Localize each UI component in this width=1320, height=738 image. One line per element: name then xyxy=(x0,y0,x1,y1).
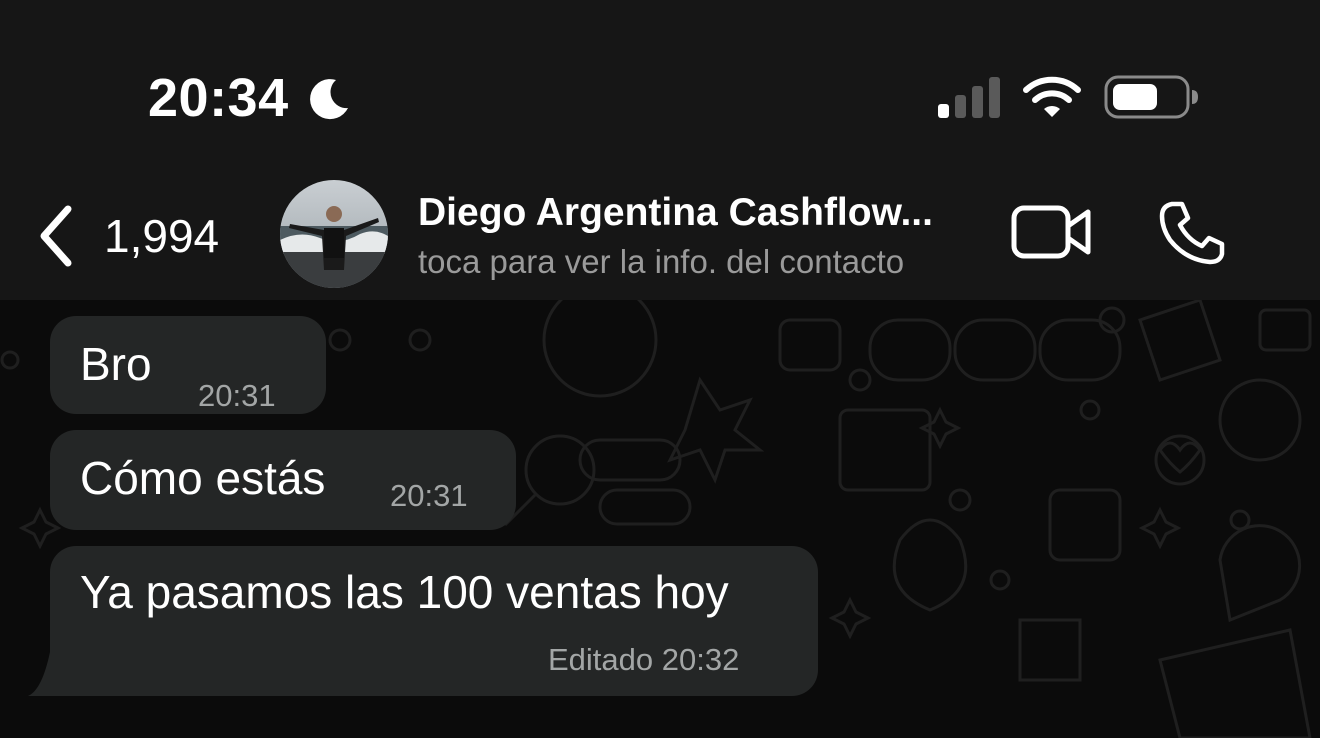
back-chevron-icon xyxy=(40,205,72,267)
chat-area[interactable]: Bro 20:31 Cómo estás 20:31 Ya pasamos la… xyxy=(0,300,1320,738)
video-call-button[interactable] xyxy=(1010,202,1094,262)
message-bubble[interactable]: Bro 20:31 xyxy=(50,316,326,414)
message-time: 20:31 xyxy=(198,378,276,413)
contact-name: Diego Argentina Cashflow... xyxy=(418,191,933,234)
battery-icon xyxy=(1104,75,1198,119)
message-time: 20:31 xyxy=(390,478,468,513)
video-call-icon xyxy=(1011,205,1091,259)
top-bar: 20:34 1,994 Diego Argentina Cashflow... … xyxy=(0,0,1320,300)
back-button[interactable]: 1,994 xyxy=(30,196,240,276)
message-text: Ya pasamos las 100 ventas hoy xyxy=(80,566,729,618)
message-bubble[interactable]: Ya pasamos las 100 ventas hoy Editado 20… xyxy=(50,546,818,696)
contact-avatar[interactable] xyxy=(280,180,388,288)
message-time: Editado 20:32 xyxy=(548,642,740,677)
status-time: 20:34 xyxy=(148,68,289,128)
avatar-photo xyxy=(280,180,388,288)
unread-count: 1,994 xyxy=(104,210,220,262)
contact-subtitle: toca para ver la info. del contacto xyxy=(418,243,905,280)
phone-icon xyxy=(1159,201,1225,265)
message-text: Bro xyxy=(80,338,152,390)
message-text: Cómo estás xyxy=(80,452,326,504)
moon-icon xyxy=(310,79,348,120)
contact-info[interactable]: Diego Argentina Cashflow... toca para ve… xyxy=(418,186,998,284)
wifi-icon xyxy=(1023,76,1081,117)
signal-icon xyxy=(938,77,1000,118)
message-bubble[interactable]: Cómo estás 20:31 xyxy=(50,430,516,530)
voice-call-button[interactable] xyxy=(1158,200,1228,266)
